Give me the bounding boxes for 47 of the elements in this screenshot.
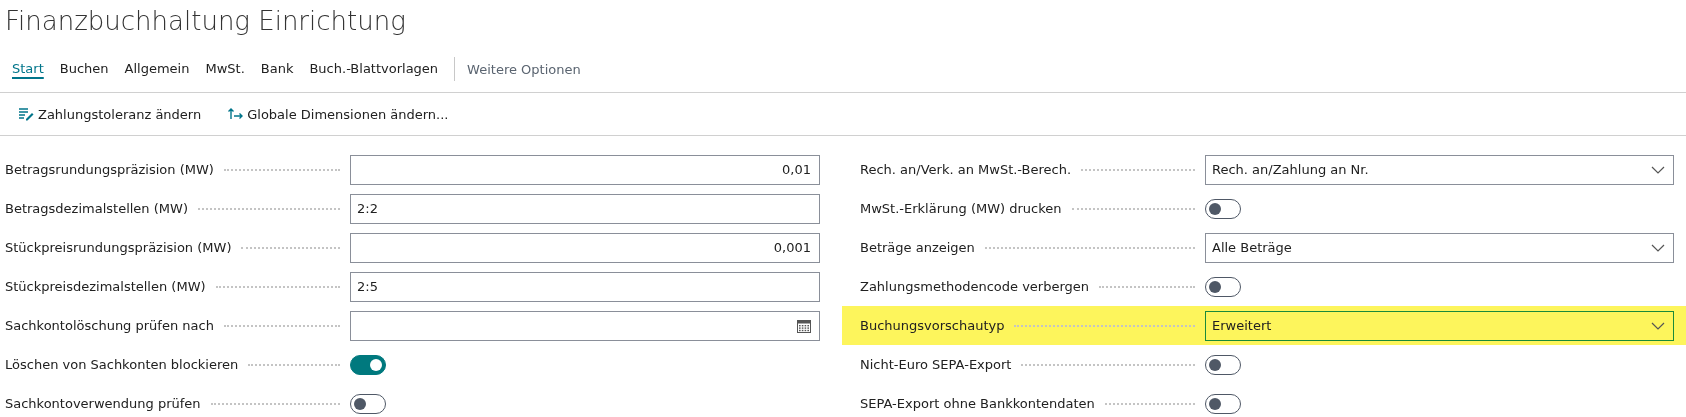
toggle-switch[interactable] (1205, 393, 1241, 414)
field-label: Stückpreisdezimalstellen (MW) (5, 279, 206, 294)
calendar-icon[interactable] (797, 318, 811, 333)
toggle-switch[interactable] (1205, 276, 1241, 297)
tab[interactable]: Bank (252, 59, 302, 79)
chevron-down-icon (1651, 243, 1665, 252)
chevron-down-icon (1651, 165, 1665, 174)
tab[interactable]: Allgemein (116, 59, 198, 79)
field-label: Nicht-Euro SEPA-Export (860, 357, 1012, 372)
dropdown-value: Alle Beträge (1212, 240, 1292, 255)
toggle-switch[interactable] (350, 393, 386, 414)
field-label: MwSt.-Erklärung (MW) drucken (860, 201, 1062, 216)
field-label: Sachkontolöschung prüfen nach (5, 318, 214, 333)
tab[interactable]: MwSt. (197, 59, 253, 79)
field-label: Betragsrundungspräzision (MW) (5, 162, 214, 177)
field-label: Buchungsvorschautyp (860, 318, 1005, 333)
dropdown-field[interactable]: Rech. an/Zahlung an Nr. (1205, 154, 1674, 185)
tab[interactable]: Buchen (51, 59, 117, 79)
page-title: Finanzbuchhaltung Einrichtung (4, 5, 407, 38)
field-label: Betragsdezimalstellen (MW) (5, 201, 188, 216)
chevron-down-icon (1651, 321, 1665, 330)
dropdown-value: Rech. an/Zahlung an Nr. (1212, 162, 1369, 177)
field-label: Löschen von Sachkonten blockieren (5, 357, 239, 372)
field-label: Zahlungsmethodencode verbergen (860, 279, 1090, 294)
input-field[interactable]: 0,001 (350, 232, 820, 263)
field-label: SEPA-Export ohne Bankkontendaten (860, 396, 1095, 411)
more-options-tab[interactable]: Weitere Optionen (463, 61, 585, 77)
field-label: Rech. an/Verk. an MwSt.-Berech. (860, 162, 1072, 177)
dropdown-field[interactable]: Alle Beträge (1205, 232, 1674, 263)
toggle-switch[interactable] (350, 354, 386, 375)
action-button[interactable]: Globale Dimensionen ändern... (225, 104, 451, 124)
input-field[interactable]: 0,01 (350, 154, 820, 185)
swap-arrows-icon (227, 107, 244, 121)
toggle-switch[interactable] (1205, 198, 1241, 219)
dropdown-value: Erweitert (1212, 318, 1272, 333)
edit-list-icon (18, 107, 34, 121)
toggle-switch[interactable] (1205, 354, 1241, 375)
dropdown-field[interactable]: Erweitert (1205, 310, 1674, 341)
action-button[interactable]: Zahlungstoleranz ändern (16, 104, 204, 124)
input-field[interactable]: 2:5 (350, 271, 820, 302)
tab[interactable]: Start (4, 59, 52, 79)
input-field[interactable]: 2:2 (350, 193, 820, 224)
field-label: Sachkontoverwendung prüfen (5, 396, 201, 411)
tab[interactable]: Buch.-Blattvorlagen (301, 59, 447, 79)
date-field[interactable] (350, 310, 820, 341)
field-label: Beträge anzeigen (860, 240, 975, 255)
field-label: Stückpreisrundungspräzision (MW) (5, 240, 232, 255)
